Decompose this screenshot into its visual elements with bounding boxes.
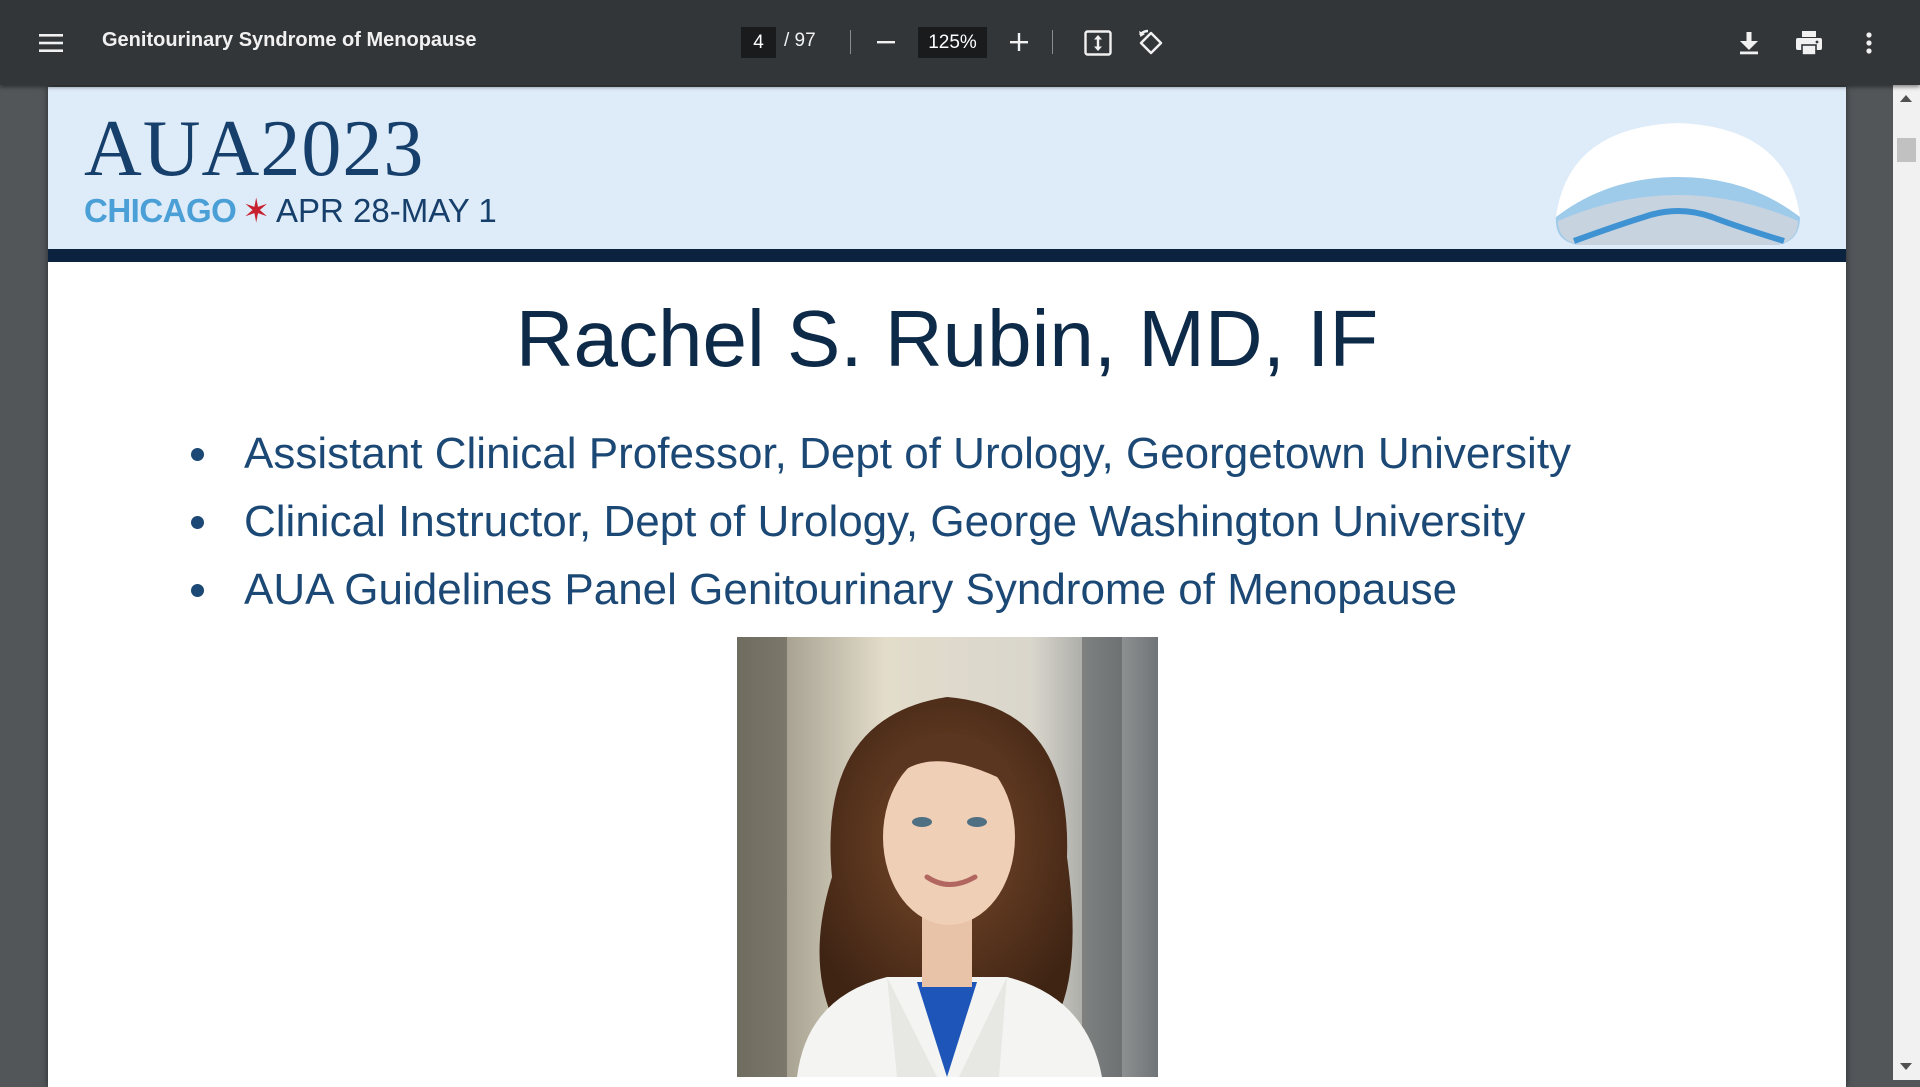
logo-dates: APR 28-MAY 1: [276, 192, 497, 229]
zoom-level-input[interactable]: [918, 27, 987, 58]
slide-banner: AUA2023 CHICAGO ✶ APR 28-MAY 1: [48, 87, 1846, 262]
document-title: Genitourinary Syndrome of Menopause: [102, 29, 477, 51]
download-button[interactable]: [1732, 26, 1766, 60]
print-icon: [1796, 31, 1822, 56]
list-item: Assistant Clinical Professor, Dept of Ur…: [188, 432, 1571, 500]
bullet-text: Assistant Clinical Professor, Dept of Ur…: [244, 429, 1572, 478]
zoom-in-button[interactable]: [1003, 26, 1035, 58]
download-icon: [1740, 32, 1758, 55]
more-options-button[interactable]: [1854, 26, 1884, 60]
scroll-down-arrow-icon[interactable]: [1900, 1063, 1912, 1070]
toolbar-divider: [1052, 30, 1053, 54]
bullet-icon: [191, 448, 204, 461]
pdf-toolbar: Genitourinary Syndrome of Menopause / 97: [0, 0, 1920, 85]
more-vert-icon: [1866, 32, 1872, 54]
slide-title: Rachel S. Rubin, MD, IF: [515, 294, 1379, 383]
plus-icon: [1010, 33, 1028, 51]
page-total: / 97: [784, 30, 816, 51]
aua-logo-subtitle: CHICAGO ✶ APR 28-MAY 1: [84, 194, 497, 227]
bullet-text: AUA Guidelines Panel Genitourinary Syndr…: [244, 565, 1458, 614]
pdf-page: AUA2023 CHICAGO ✶ APR 28-MAY 1 Rachel S. R…: [48, 87, 1846, 1087]
logo-city: CHICAGO: [84, 192, 237, 229]
bullet-list: Assistant Clinical Professor, Dept of Ur…: [188, 432, 1571, 636]
rotate-button[interactable]: [1134, 26, 1168, 60]
star-icon: ✶: [242, 192, 270, 229]
hamburger-menu-icon[interactable]: [36, 28, 66, 58]
bullet-text: Clinical Instructor, Dept of Urology, Ge…: [244, 497, 1526, 546]
aua-logo-text: AUA2023: [84, 105, 425, 193]
bean-logo-graphic: [1555, 123, 1800, 245]
portrait-photo: [737, 637, 1158, 1077]
fit-to-page-button[interactable]: [1081, 26, 1115, 60]
toolbar-divider: [850, 30, 851, 54]
rotate-icon: [1139, 29, 1163, 55]
print-button[interactable]: [1792, 26, 1826, 60]
scrollbar-thumb[interactable]: [1897, 138, 1916, 162]
scroll-up-arrow-icon[interactable]: [1900, 95, 1912, 102]
bullet-icon: [191, 584, 204, 597]
list-item: Clinical Instructor, Dept of Urology, Ge…: [188, 500, 1571, 568]
zoom-out-button[interactable]: [870, 26, 902, 58]
vertical-scrollbar[interactable]: [1893, 85, 1920, 1080]
bullet-icon: [191, 516, 204, 529]
page-number-input[interactable]: [741, 27, 776, 58]
fit-to-page-icon: [1084, 30, 1112, 56]
list-item: AUA Guidelines Panel Genitourinary Syndr…: [188, 568, 1571, 636]
minus-icon: [877, 41, 895, 44]
